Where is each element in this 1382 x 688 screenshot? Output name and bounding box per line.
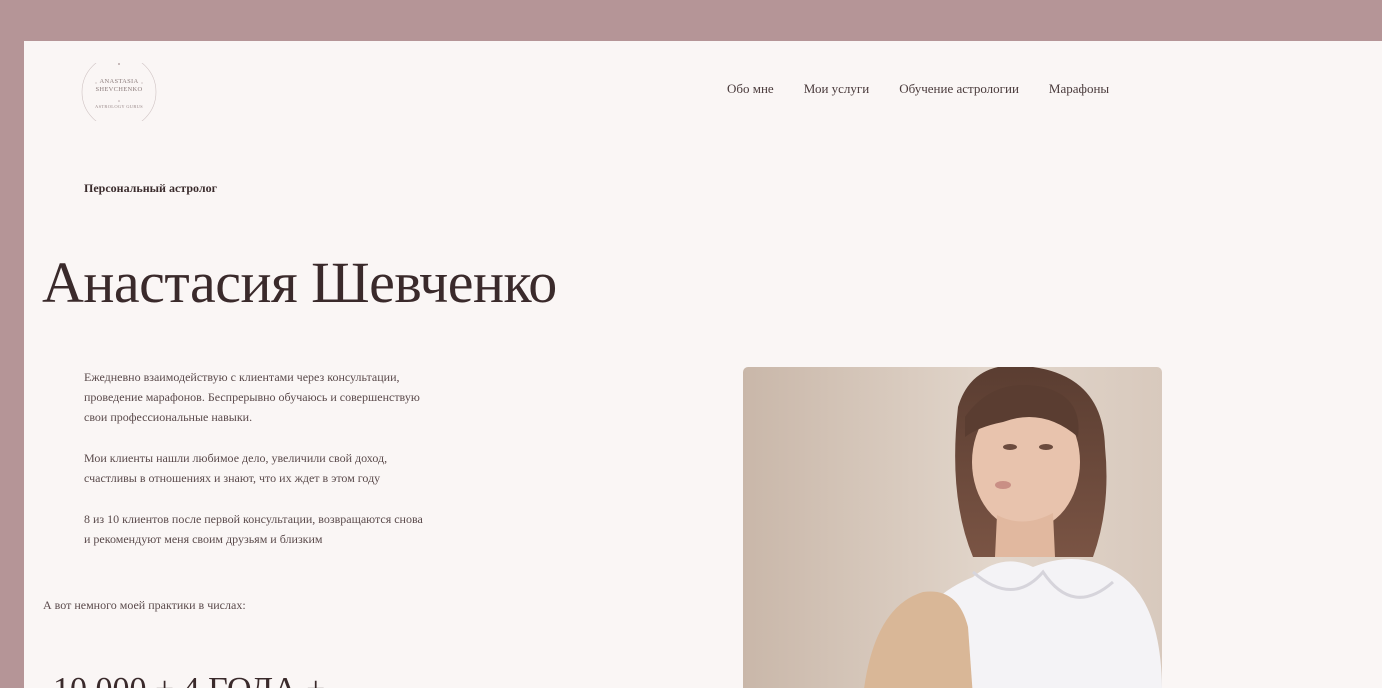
nav-item-services[interactable]: Мои услуги	[804, 81, 870, 97]
page: ANASTASIA SHEVCHENKO ASTROLOGY GURUS Обо…	[24, 41, 1382, 688]
nav-item-astrology-training[interactable]: Обучение астрологии	[899, 81, 1019, 97]
nav-item-marathons[interactable]: Марафоны	[1049, 81, 1109, 97]
logo-tagline: ASTROLOGY GURUS	[95, 104, 143, 109]
intro-paragraph-3: 8 из 10 клиентов после первой консультац…	[84, 509, 464, 549]
paragraph-line: 8 из 10 клиентов после первой консультац…	[84, 512, 423, 526]
paragraph-line: проведение марафонов. Беспрерывно обучаю…	[84, 390, 420, 404]
logo-line-2: SHEVCHENKO	[95, 86, 143, 93]
logo-name: ANASTASIA SHEVCHENKO	[80, 78, 158, 94]
paragraph-line: Ежедневно взаимодействую с клиентами чер…	[84, 370, 400, 384]
main-nav: Обо мне Мои услуги Обучение астрологии М…	[727, 81, 1109, 97]
paragraph-line: Мои клиенты нашли любимое дело, увеличил…	[84, 451, 388, 465]
nav-item-about[interactable]: Обо мне	[727, 81, 774, 97]
paragraph-line: свои профессиональные навыки.	[84, 410, 253, 424]
logo[interactable]: ANASTASIA SHEVCHENKO ASTROLOGY GURUS	[80, 63, 158, 121]
intro-paragraph-1: Ежедневно взаимодействую с клиентами чер…	[84, 367, 464, 427]
stats-row: 10 000 + 4 ГОДА +	[53, 671, 325, 688]
hero-subtitle: Персональный астролог	[84, 181, 218, 195]
intro-paragraph-2: Мои клиенты нашли любимое дело, увеличил…	[84, 448, 464, 488]
numbers-intro: А вот немного моей практики в числах:	[43, 598, 246, 612]
page-title: Анастасия Шевченко	[42, 250, 557, 315]
portrait-photo	[743, 367, 1162, 688]
logo-line-1: ANASTASIA	[99, 78, 139, 85]
paragraph-line: и рекомендуют меня своим друзьям и близк…	[84, 532, 323, 546]
paragraph-line: счастливы в отношениях и знают, что их ж…	[84, 471, 381, 485]
